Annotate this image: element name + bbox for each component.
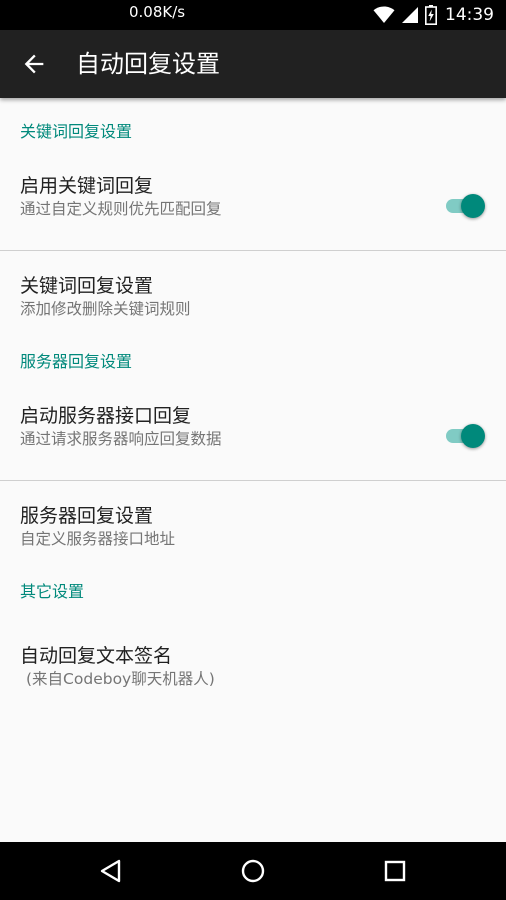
pref-enable-keyword-reply[interactable]: 启用关键词回复 通过自定义规则优先匹配回复 <box>0 162 506 250</box>
pref-summary: 自定义服务器接口地址 <box>20 530 176 548</box>
pref-title: 启动服务器接口回复 <box>20 405 192 427</box>
pref-summary: 通过请求服务器响应回复数据 <box>20 430 222 448</box>
toggle-thumb <box>461 194 485 218</box>
pref-summary: 添加修改删除关键词规则 <box>20 300 191 318</box>
section-header-other: 其它设置 <box>20 582 85 601</box>
toggle-thumb <box>461 424 485 448</box>
status-bar: 0.08K/s 14:39 <box>0 0 506 30</box>
pref-title: 服务器回复设置 <box>20 505 154 527</box>
pref-reply-signature[interactable]: 自动回复文本签名 (来自Codeboy聊天机器人) <box>0 622 506 710</box>
pref-summary: 通过自定义规则优先匹配回复 <box>20 200 222 218</box>
toggle-server-reply[interactable] <box>444 423 485 449</box>
wifi-icon <box>373 6 395 23</box>
pref-title: 自动回复文本签名 <box>20 645 173 667</box>
cell-signal-icon <box>402 7 418 23</box>
back-triangle-icon[interactable] <box>96 856 126 886</box>
pref-title: 启用关键词回复 <box>20 175 154 197</box>
status-icons: 14:39 <box>373 4 494 26</box>
clock: 14:39 <box>445 5 494 25</box>
pref-enable-server-reply[interactable]: 启动服务器接口回复 通过请求服务器响应回复数据 <box>0 392 506 480</box>
arrow-back-icon[interactable] <box>20 50 48 78</box>
pref-server-reply-settings[interactable]: 服务器回复设置 自定义服务器接口地址 <box>0 481 506 558</box>
navigation-bar <box>0 842 506 900</box>
toggle-keyword-reply[interactable] <box>444 193 485 219</box>
recents-square-icon[interactable] <box>380 856 410 886</box>
page-title: 自动回复设置 <box>76 50 220 78</box>
app-bar: 自动回复设置 <box>0 30 506 98</box>
section-header-keyword: 关键词回复设置 <box>20 122 133 141</box>
home-circle-icon[interactable] <box>238 856 268 886</box>
section-header-server: 服务器回复设置 <box>20 352 133 371</box>
pref-keyword-reply-settings[interactable]: 关键词回复设置 添加修改删除关键词规则 <box>0 251 506 328</box>
pref-title: 关键词回复设置 <box>20 275 154 297</box>
preference-list: 关键词回复设置 启用关键词回复 通过自定义规则优先匹配回复 关键词回复设置 添加… <box>0 98 506 710</box>
pref-summary: (来自Codeboy聊天机器人) <box>26 670 215 688</box>
network-speed: 0.08K/s <box>129 3 186 21</box>
battery-charging-icon <box>425 5 437 25</box>
